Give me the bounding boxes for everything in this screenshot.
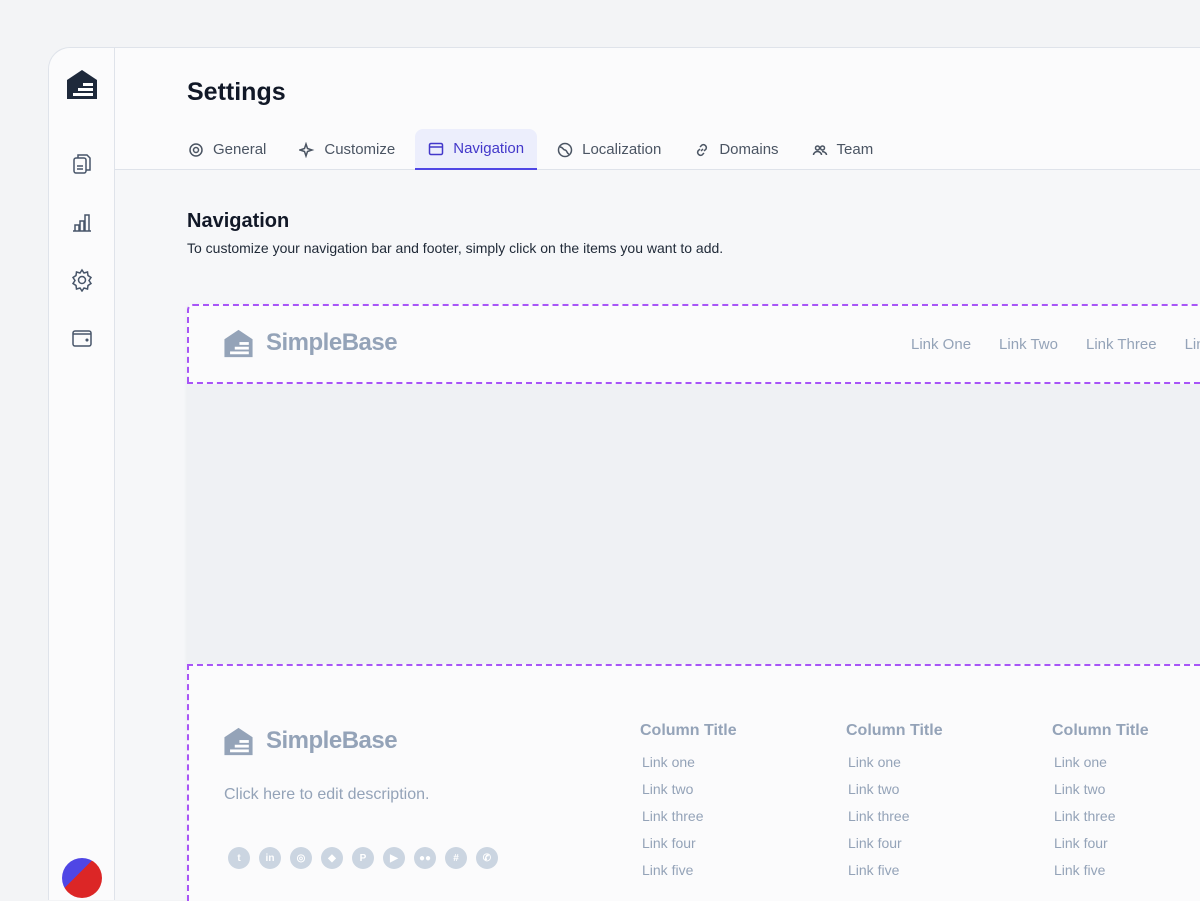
documents-icon[interactable]: [70, 152, 94, 176]
brand-logo-icon: [223, 726, 254, 756]
column-link[interactable]: Link four: [1054, 835, 1149, 862]
nav-link[interactable]: Link One: [911, 336, 971, 353]
column-link[interactable]: Link three: [848, 808, 943, 835]
app-window: Settings General Customize Navigation Lo…: [48, 47, 1200, 900]
social-icons: t in ◎ ◆ P ▶ ●● # ✆: [228, 847, 498, 869]
pinterest-icon[interactable]: P: [352, 847, 374, 869]
instagram-icon[interactable]: ◎: [290, 847, 312, 869]
column-title[interactable]: Column Title: [640, 722, 737, 740]
analytics-icon[interactable]: [70, 210, 94, 234]
main-content: Settings General Customize Navigation Lo…: [115, 48, 1200, 900]
tab-label: Localization: [582, 141, 661, 158]
medium-icon[interactable]: ●●: [414, 847, 436, 869]
column-link[interactable]: Link two: [848, 781, 943, 808]
column-link[interactable]: Link three: [642, 808, 737, 835]
page-header: Settings General Customize Navigation Lo…: [115, 48, 1200, 170]
window-icon: [428, 141, 444, 157]
preview-brand-logo[interactable]: SimpleBase: [223, 328, 397, 358]
tab-navigation[interactable]: Navigation: [415, 129, 537, 170]
gear-icon: [188, 142, 204, 158]
globe-icon: [557, 142, 573, 158]
settings-icon[interactable]: [70, 268, 94, 292]
footer-column[interactable]: Column Title Link one Link two Link thre…: [846, 722, 943, 889]
tab-label: Navigation: [453, 140, 524, 157]
tab-team[interactable]: Team: [799, 129, 887, 170]
footer-column[interactable]: Column Title Link one Link two Link thre…: [640, 722, 737, 889]
nav-link[interactable]: Link Two: [999, 336, 1058, 353]
column-link[interactable]: Link two: [1054, 781, 1149, 808]
preview-body: [187, 384, 1200, 664]
tab-label: General: [213, 141, 266, 158]
tab-customize[interactable]: Customize: [286, 129, 408, 170]
link-icon: [694, 142, 710, 158]
column-link[interactable]: Link one: [642, 754, 737, 781]
preview-footer[interactable]: SimpleBase Click here to edit descriptio…: [187, 664, 1200, 901]
column-link[interactable]: Link two: [642, 781, 737, 808]
github-icon[interactable]: ◆: [321, 847, 343, 869]
column-link[interactable]: Link three: [1054, 808, 1149, 835]
wallet-icon[interactable]: [70, 326, 94, 350]
column-title[interactable]: Column Title: [1052, 722, 1149, 740]
tab-localization[interactable]: Localization: [544, 129, 674, 170]
brand-name: SimpleBase: [266, 329, 397, 357]
tab-domains[interactable]: Domains: [681, 129, 791, 170]
brand-logo-icon: [223, 328, 254, 358]
column-link[interactable]: Link five: [642, 862, 737, 889]
tab-general[interactable]: General: [175, 129, 279, 170]
tab-label: Customize: [324, 141, 395, 158]
whatsapp-icon[interactable]: ✆: [476, 847, 498, 869]
tab-label: Team: [837, 141, 874, 158]
youtube-icon[interactable]: ▶: [383, 847, 405, 869]
user-avatar[interactable]: [62, 858, 102, 898]
footer-description[interactable]: Click here to edit description.: [224, 786, 429, 804]
twitter-icon[interactable]: t: [228, 847, 250, 869]
column-link[interactable]: Link one: [848, 754, 943, 781]
settings-tabs: General Customize Navigation Localizatio…: [175, 129, 893, 170]
column-link[interactable]: Link four: [848, 835, 943, 862]
sidebar: [49, 48, 115, 900]
footer-column[interactable]: Column Title Link one Link two Link thre…: [1052, 722, 1149, 889]
footer-brand-logo[interactable]: SimpleBase: [223, 726, 397, 756]
preview-navbar[interactable]: SimpleBase Link One Link Two Link Three …: [187, 304, 1200, 384]
section-description: To customize your navigation bar and foo…: [187, 240, 723, 256]
tab-label: Domains: [719, 141, 778, 158]
page-title: Settings: [187, 78, 286, 107]
nav-link[interactable]: Link Four: [1185, 336, 1200, 353]
brand-name: SimpleBase: [266, 727, 397, 755]
column-link[interactable]: Link five: [1054, 862, 1149, 889]
linkedin-icon[interactable]: in: [259, 847, 281, 869]
slack-icon[interactable]: #: [445, 847, 467, 869]
column-link[interactable]: Link four: [642, 835, 737, 862]
users-icon: [812, 142, 828, 158]
column-link[interactable]: Link five: [848, 862, 943, 889]
column-link[interactable]: Link one: [1054, 754, 1149, 781]
nav-link[interactable]: Link Three: [1086, 336, 1157, 353]
preview-nav-links: Link One Link Two Link Three Link Four: [911, 336, 1200, 353]
column-title[interactable]: Column Title: [846, 722, 943, 740]
site-preview: SimpleBase Link One Link Two Link Three …: [187, 304, 1200, 901]
section-title: Navigation: [187, 210, 289, 233]
sparkle-icon: [299, 142, 315, 158]
app-logo-icon[interactable]: [66, 68, 98, 100]
